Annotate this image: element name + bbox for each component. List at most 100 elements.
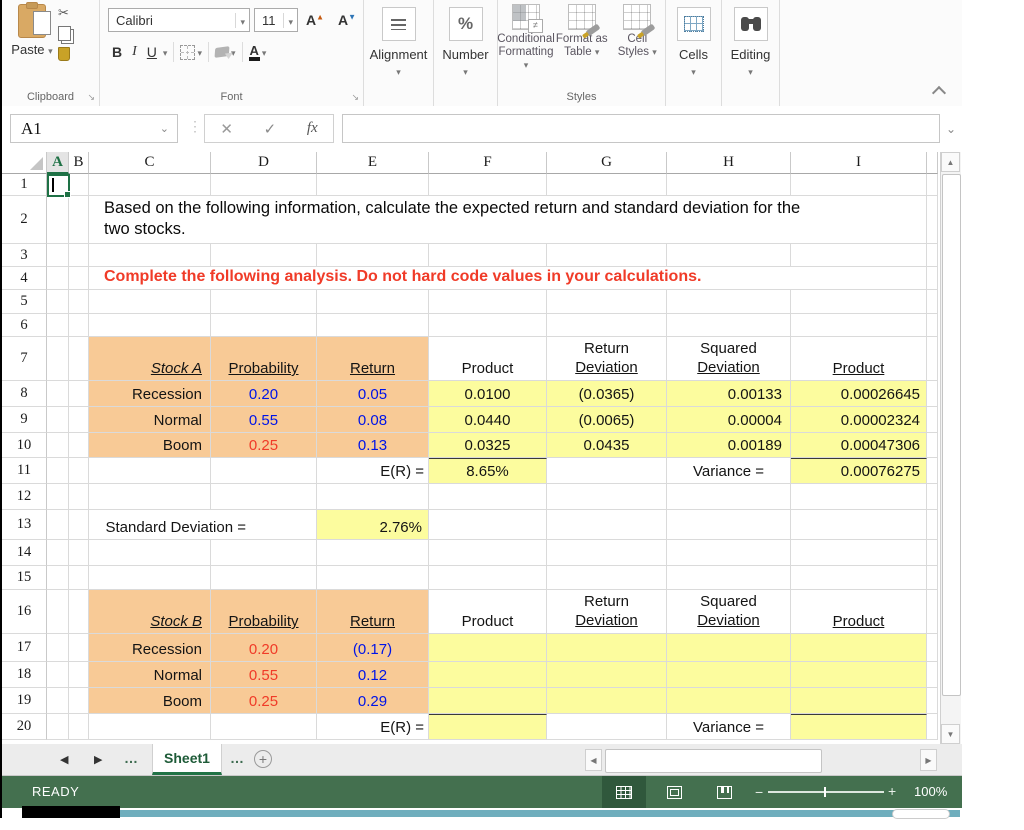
zoom-level[interactable]: 100% bbox=[914, 784, 947, 799]
clipboard-dialog-launcher-icon[interactable]: ↘ bbox=[87, 93, 95, 102]
cell-D7[interactable]: Probability bbox=[211, 337, 317, 381]
cell-C12[interactable] bbox=[89, 484, 211, 510]
vertical-scrollbar[interactable]: ▲ ▼ bbox=[940, 152, 961, 744]
cell-I12[interactable] bbox=[791, 484, 927, 510]
cell-F7[interactable]: Product bbox=[429, 337, 547, 381]
cell-H8[interactable]: 0.00133 bbox=[667, 381, 791, 407]
cell-H10[interactable]: 0.00189 bbox=[667, 433, 791, 458]
cell-G8[interactable]: (0.0365) bbox=[547, 381, 667, 407]
cell-E14[interactable] bbox=[317, 540, 429, 566]
cell-G11[interactable] bbox=[547, 458, 667, 484]
cell-E20[interactable]: E(R) = bbox=[317, 714, 429, 740]
scroll-down-button[interactable]: ▼ bbox=[941, 724, 960, 744]
cell-E19[interactable]: 0.29 bbox=[317, 688, 429, 714]
cell-C15[interactable] bbox=[89, 566, 211, 590]
cell-D15[interactable] bbox=[211, 566, 317, 590]
zoom-slider-track[interactable] bbox=[768, 791, 884, 793]
cell-H15[interactable] bbox=[667, 566, 791, 590]
cell-D16[interactable]: Probability bbox=[211, 590, 317, 634]
cell-G1[interactable] bbox=[547, 174, 667, 196]
row-header-17[interactable]: 17 bbox=[2, 634, 47, 662]
column-header-E[interactable]: E bbox=[317, 152, 429, 174]
cell-D10[interactable]: 0.25 bbox=[211, 433, 317, 458]
zoom-slider-thumb[interactable] bbox=[824, 787, 826, 797]
insert-function-icon[interactable]: fx bbox=[307, 120, 318, 137]
cell-C1[interactable] bbox=[89, 174, 211, 196]
row-header-2[interactable]: 2 bbox=[2, 196, 47, 244]
cell-B3[interactable] bbox=[69, 244, 89, 267]
dropdown-arrow-icon[interactable] bbox=[262, 43, 267, 61]
cell-I9[interactable]: 0.00002324 bbox=[791, 407, 927, 433]
cell-I7[interactable]: Product bbox=[791, 337, 927, 381]
horizontal-scroll-thumb[interactable] bbox=[605, 749, 822, 773]
cell-E3[interactable] bbox=[317, 244, 429, 267]
column-header-A[interactable]: A bbox=[47, 152, 69, 174]
cell-D3[interactable] bbox=[211, 244, 317, 267]
number-button[interactable]: % Number bbox=[434, 0, 497, 106]
cell-G13[interactable] bbox=[547, 510, 667, 540]
cell-G10[interactable]: 0.0435 bbox=[547, 433, 667, 458]
cell-H12[interactable] bbox=[667, 484, 791, 510]
cell-F9[interactable]: 0.0440 bbox=[429, 407, 547, 433]
cell-F3[interactable] bbox=[429, 244, 547, 267]
cell-F13[interactable] bbox=[429, 510, 547, 540]
cell-G15[interactable] bbox=[547, 566, 667, 590]
cell-I16[interactable]: Product bbox=[791, 590, 927, 634]
cell-I6[interactable] bbox=[791, 314, 927, 337]
cell-F12[interactable] bbox=[429, 484, 547, 510]
row-header-6[interactable]: 6 bbox=[2, 314, 47, 337]
collapse-ribbon-icon[interactable] bbox=[932, 86, 946, 100]
cell-F15[interactable] bbox=[429, 566, 547, 590]
cell-A2[interactable] bbox=[47, 196, 69, 244]
cell-C17[interactable]: Recession bbox=[89, 634, 211, 662]
cell-B2[interactable] bbox=[69, 196, 89, 244]
cell-A7[interactable] bbox=[47, 337, 69, 381]
cell-I1[interactable] bbox=[791, 174, 927, 196]
grow-font-button[interactable]: A▲ bbox=[302, 10, 328, 30]
fill-color-icon[interactable] bbox=[214, 46, 229, 58]
cell-H14[interactable] bbox=[667, 540, 791, 566]
cell-F6[interactable] bbox=[429, 314, 547, 337]
cell-F11[interactable]: 8.65% bbox=[429, 458, 547, 484]
cell-C3[interactable] bbox=[89, 244, 211, 267]
cell-E6[interactable] bbox=[317, 314, 429, 337]
row-header-11[interactable]: 11 bbox=[2, 458, 47, 484]
cell-C13[interactable]: Standard Deviation = bbox=[89, 510, 317, 540]
underline-button[interactable]: U bbox=[143, 42, 161, 62]
cell-A5[interactable] bbox=[47, 290, 69, 314]
cell-G20[interactable] bbox=[547, 714, 667, 740]
cell-G6[interactable] bbox=[547, 314, 667, 337]
name-box[interactable]: A1 ⌄ bbox=[10, 114, 178, 143]
column-header-F[interactable]: F bbox=[429, 152, 547, 174]
column-header-G[interactable]: G bbox=[547, 152, 667, 174]
shrink-font-button[interactable]: A▼ bbox=[334, 10, 360, 30]
cell-C14[interactable] bbox=[89, 540, 211, 566]
font-size-combo[interactable]: 11 bbox=[254, 8, 298, 32]
cell-B9[interactable] bbox=[69, 407, 89, 433]
row-header-8[interactable]: 8 bbox=[2, 381, 47, 407]
cell-A9[interactable] bbox=[47, 407, 69, 433]
cell-F1[interactable] bbox=[429, 174, 547, 196]
formula-input[interactable] bbox=[342, 114, 940, 143]
cell-D17[interactable]: 0.20 bbox=[211, 634, 317, 662]
cell-I5[interactable] bbox=[791, 290, 927, 314]
cell-I20[interactable] bbox=[791, 714, 927, 740]
zoom-in-button[interactable]: + bbox=[888, 783, 896, 799]
cell-C4[interactable]: Complete the following analysis. Do not … bbox=[89, 267, 927, 290]
cell-G18[interactable] bbox=[547, 662, 667, 688]
cell-E17[interactable]: (0.17) bbox=[317, 634, 429, 662]
cancel-icon[interactable]: ✕ bbox=[220, 120, 233, 138]
chevron-down-icon[interactable]: ⌄ bbox=[160, 122, 177, 135]
cell-A4[interactable] bbox=[47, 267, 69, 290]
cell-G7[interactable]: ReturnDeviation bbox=[547, 337, 667, 381]
cell-H7[interactable]: SquaredDeviation bbox=[667, 337, 791, 381]
cell-H11[interactable]: Variance = bbox=[667, 458, 791, 484]
cell-B13[interactable] bbox=[69, 510, 89, 540]
cell-A12[interactable] bbox=[47, 484, 69, 510]
row-header-20[interactable]: 20 bbox=[2, 714, 47, 740]
cell-B4[interactable] bbox=[69, 267, 89, 290]
cell-A18[interactable] bbox=[47, 662, 69, 688]
cell-E10[interactable]: 0.13 bbox=[317, 433, 429, 458]
row-header-9[interactable]: 9 bbox=[2, 407, 47, 433]
cell-D14[interactable] bbox=[211, 540, 317, 566]
